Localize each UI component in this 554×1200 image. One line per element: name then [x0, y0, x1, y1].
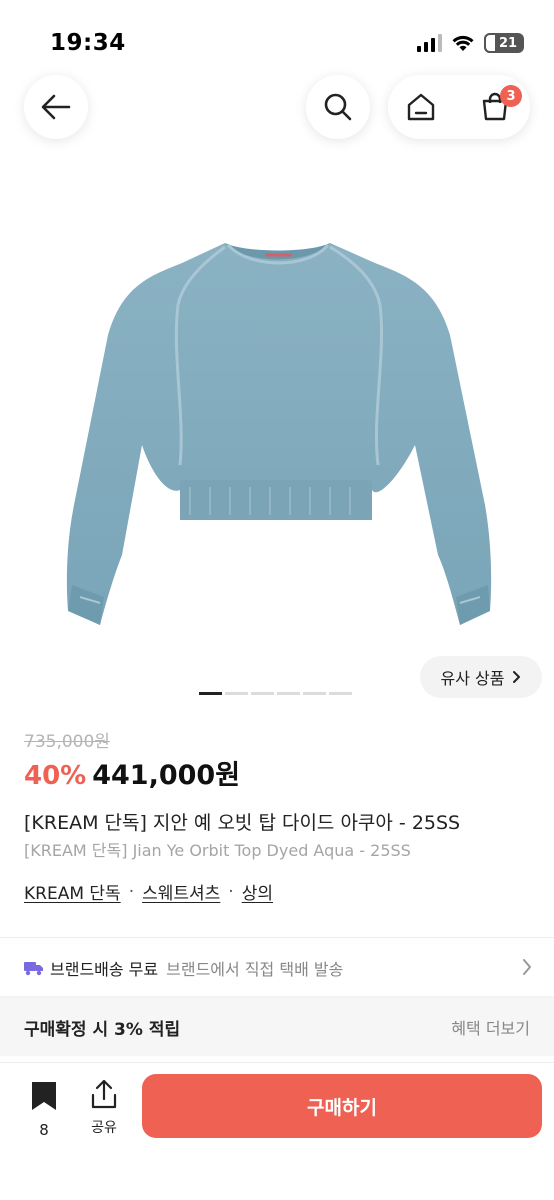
benefit-row: 구매확정 시 3% 적립 혜택 더보기 [0, 998, 554, 1056]
share-button[interactable]: 공유 [84, 1079, 124, 1137]
delivery-info-row[interactable]: 브랜드배송 무료 브랜드에서 직접 택배 발송 [0, 940, 554, 996]
benefit-label: 구매확정 시 3% 적립 [24, 1019, 181, 1040]
product-image[interactable] [60, 225, 500, 635]
bookmark-icon [32, 1082, 56, 1110]
truck-icon [24, 962, 43, 976]
bookmark-count: 8 [39, 1121, 49, 1139]
pager-dot[interactable] [277, 692, 300, 695]
wifi-icon [452, 35, 474, 51]
back-button[interactable] [24, 75, 88, 139]
status-bar: 19:34 21 [0, 0, 554, 80]
sweatshirt-illustration [66, 243, 492, 625]
search-icon [324, 93, 352, 121]
status-time: 19:34 [50, 30, 126, 56]
gallery-pager[interactable] [199, 692, 352, 695]
similar-products-label: 유사 상품 [440, 669, 505, 688]
delivery-label: 브랜드배송 무료 [50, 960, 159, 979]
arrow-left-icon [41, 94, 71, 120]
bookmark-button[interactable]: 8 [27, 1081, 61, 1139]
battery-level: 21 [498, 35, 518, 51]
sale-price: 441,000원 [92, 760, 241, 791]
similar-products-button[interactable]: 유사 상품 [420, 656, 542, 698]
discount-rate: 40% [24, 761, 87, 791]
category-separator: · [128, 881, 135, 902]
pager-dot[interactable] [329, 692, 352, 695]
original-price: 735,000원 [24, 732, 110, 752]
chevron-right-icon [513, 671, 521, 683]
category-link-kream-exclusive[interactable]: KREAM 단독 [24, 879, 121, 904]
home-button[interactable] [406, 93, 436, 125]
category-link-tops[interactable]: 상의 [242, 879, 273, 904]
signal-icon [417, 34, 442, 52]
pager-dot[interactable] [225, 692, 248, 695]
home-icon [407, 93, 435, 121]
cart-badge: 3 [500, 85, 522, 107]
pager-dot[interactable] [251, 692, 274, 695]
nav-pill: 3 [388, 75, 530, 139]
category-separator: · [228, 881, 234, 902]
buy-button[interactable]: 구매하기 [142, 1074, 542, 1138]
category-link-sweatshirt[interactable]: 스웨트셔츠 [142, 879, 220, 904]
divider [0, 937, 554, 938]
battery-icon: 21 [484, 33, 524, 53]
chevron-right-icon [523, 959, 531, 975]
product-title-ko: [KREAM 단독] 지안 예 오빗 탑 다이드 아쿠아 - 25SS [24, 812, 461, 834]
status-icons: 21 [417, 33, 524, 53]
share-label: 공유 [91, 1120, 117, 1136]
pager-dot[interactable] [303, 692, 326, 695]
pager-dot[interactable] [199, 692, 222, 695]
category-breadcrumb: KREAM 단독 · 스웨트셔츠 · 상의 [24, 879, 273, 905]
delivery-description: 브랜드에서 직접 택배 발송 [166, 960, 344, 979]
price-row: 40% 441,000원 [24, 753, 240, 792]
benefit-more-link[interactable]: 혜택 더보기 [451, 1015, 530, 1039]
search-button[interactable] [306, 75, 370, 139]
share-icon [91, 1079, 117, 1109]
bottom-action-bar: 8 공유 구매하기 [0, 1062, 554, 1200]
product-title-en: [KREAM 단독] Jian Ye Orbit Top Dyed Aqua -… [24, 841, 411, 860]
